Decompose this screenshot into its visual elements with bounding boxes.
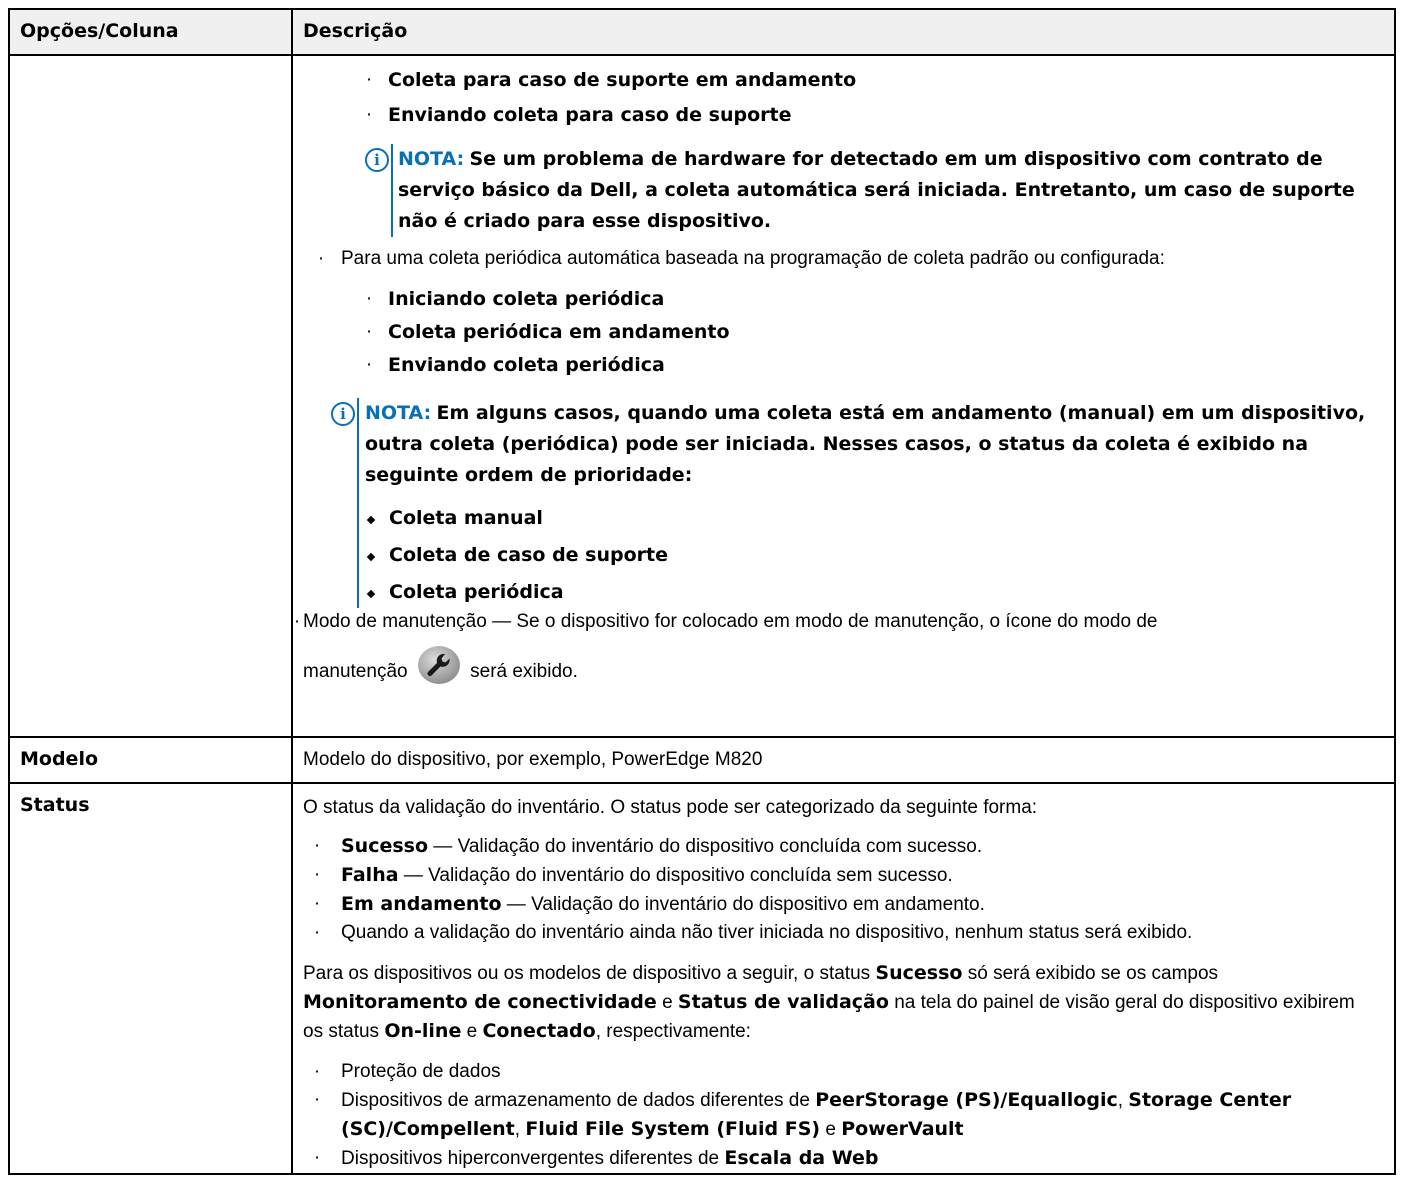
list-item: · Em andamento — Validação do inventário…	[303, 890, 1380, 919]
list-item: · Falha — Validação do inventário do dis…	[303, 861, 1380, 890]
bullet-dot: ·	[313, 864, 321, 885]
bullet-dot: ·	[313, 1147, 321, 1168]
list-item: · Para uma coleta periódica automática b…	[303, 245, 1380, 273]
list-item: · Coleta para caso de suporte em andamen…	[303, 66, 1380, 95]
description-cell: Modelo do dispositivo, por exemplo, Powe…	[291, 736, 1396, 784]
table-row: Status O status da validação do inventár…	[8, 782, 1396, 1175]
list-item: · Dispositivos hiperconvergentes diferen…	[303, 1144, 1380, 1173]
status-intro: O status da validação do inventário. O s…	[303, 797, 1038, 818]
table-header-row: Opções/Coluna Descrição	[8, 8, 1396, 56]
header-description-column: Descrição	[291, 8, 1396, 56]
bullet-dot: ·	[313, 922, 321, 943]
list-item: · Iniciando coleta periódica	[303, 285, 1380, 314]
list-item: · Sucesso — Validação do inventário do d…	[303, 832, 1380, 861]
list-item: · Quando a validação do inventário ainda…	[303, 919, 1380, 947]
note-label: NOTA:	[398, 148, 465, 170]
note-label: NOTA:	[365, 402, 432, 424]
bullet-dot: ·	[313, 835, 321, 856]
bullet-dot: ·	[365, 288, 373, 309]
diamond-bullet-icon	[366, 552, 376, 562]
note-text: Se um problema de hardware for detectado…	[398, 148, 1355, 232]
note-text: Em alguns casos, quando uma coleta está …	[365, 402, 1366, 486]
list-item: · Proteção de dados	[303, 1058, 1380, 1086]
diamond-bullet-icon	[366, 589, 376, 599]
option-cell: Modelo	[8, 736, 293, 784]
description-cell: · Coleta para caso de suporte em andamen…	[291, 54, 1396, 738]
bullet-dot: ·	[365, 354, 373, 375]
bullet-dot: ·	[365, 321, 373, 342]
options-table: Opções/Coluna Descrição · Coleta para ca…	[8, 8, 1396, 1175]
bullet-dot: ·	[293, 611, 301, 632]
note-bar	[391, 144, 393, 237]
bullet-dot: ·	[365, 69, 373, 90]
note-box: i NOTA: Em alguns casos, quando uma cole…	[303, 398, 1380, 608]
bullet-dot: ·	[313, 1089, 321, 1110]
status-paragraph: Para os dispositivos ou os modelos de di…	[303, 962, 1355, 1042]
option-cell	[8, 54, 293, 738]
list-item: · Enviando coleta periódica	[303, 351, 1380, 380]
note-bar	[357, 398, 359, 608]
bullet-dot: ·	[313, 893, 321, 914]
info-icon: i	[331, 402, 355, 426]
list-item: · Coleta periódica em andamento	[303, 318, 1380, 347]
list-item: · Dispositivos de armazenamento de dados…	[303, 1086, 1380, 1144]
wrench-icon	[417, 645, 460, 684]
note-box: i NOTA: Se um problema de hardware for d…	[303, 144, 1380, 237]
list-item: Coleta periódica	[365, 577, 1380, 608]
header-options-column: Opções/Coluna	[8, 8, 293, 56]
table-row: Modelo Modelo do dispositivo, por exempl…	[8, 736, 1396, 784]
bullet-dot: ·	[313, 1061, 321, 1082]
description-cell: O status da validação do inventário. O s…	[291, 782, 1396, 1175]
list-item: Coleta de caso de suporte	[365, 540, 1380, 571]
diamond-bullet-icon	[366, 515, 376, 525]
bullet-dot: ·	[365, 104, 373, 125]
list-item: · Enviando coleta para caso de suporte	[303, 101, 1380, 130]
option-cell: Status	[8, 782, 293, 1175]
list-item: Coleta manual	[365, 503, 1380, 534]
list-item: · Modo de manutenção — Se o dispositivo …	[294, 608, 1380, 686]
bullet-dot: ·	[317, 248, 325, 269]
info-icon: i	[365, 148, 389, 172]
table-row: · Coleta para caso de suporte em andamen…	[8, 54, 1396, 738]
